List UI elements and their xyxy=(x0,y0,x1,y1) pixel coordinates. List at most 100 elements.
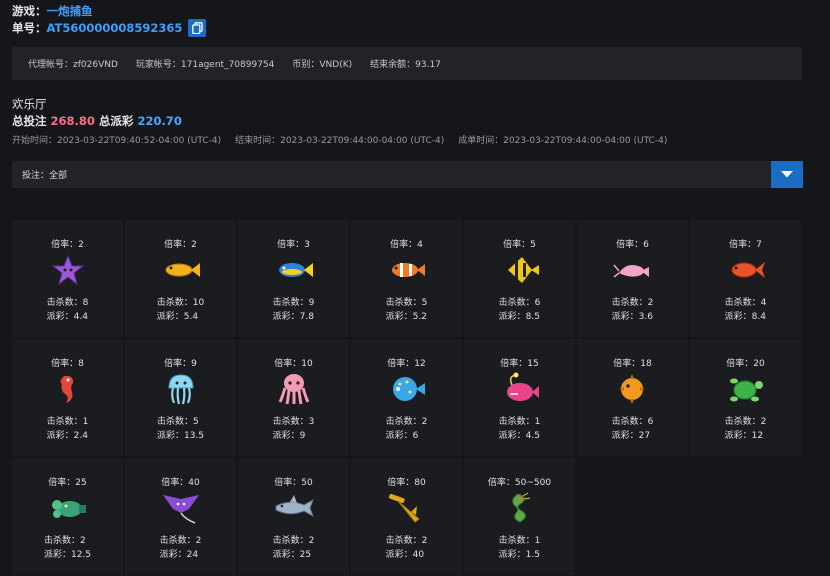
fish-card: 倍率：12 击杀数：2 派彩：6 xyxy=(351,339,462,456)
chevron-down-icon xyxy=(781,171,793,178)
turtle-icon xyxy=(724,372,768,406)
fish-card: 倍率：7 击杀数：4 派彩：8.4 xyxy=(690,220,801,337)
starfish-icon xyxy=(46,253,90,287)
currency: 币别：VND(K) xyxy=(292,60,353,70)
fish-payout: 派彩：5.4 xyxy=(156,312,199,322)
fish-kills: 击杀数：8 xyxy=(46,298,89,308)
fish-payout: 派彩：40 xyxy=(385,550,425,560)
totals: 总投注 268.80 总派彩 220.70 xyxy=(12,113,182,129)
fish-stats: 击杀数：3 派彩：9 xyxy=(273,415,315,443)
fish-kills: 击杀数：1 xyxy=(498,536,541,546)
fish-kills: 击杀数：2 xyxy=(272,536,315,546)
fish-card: 倍率：80 击杀数：2 派彩：40 xyxy=(351,458,462,575)
fish-kills: 击杀数：2 xyxy=(385,536,428,546)
fish-kills: 击杀数：3 xyxy=(272,417,315,427)
fish-card: 倍率：50 击杀数：2 派彩：25 xyxy=(238,458,349,575)
fish-payout: 派彩：12.5 xyxy=(43,550,92,560)
time-info: 开始时间：2023-03-22T09:40:52-04:00 (UTC-4) 结… xyxy=(12,133,681,146)
fish-kills: 击杀数：5 xyxy=(385,298,428,308)
fish-card: 倍率：10 击杀数：3 派彩：9 xyxy=(238,339,349,456)
order-number: AT560000008592365 xyxy=(46,21,183,35)
fish-stats: 击杀数：5 派彩：13.5 xyxy=(157,415,204,443)
total-win-value: 220.70 xyxy=(137,114,182,128)
dropdown-button[interactable] xyxy=(771,161,803,188)
account-info-bar: 代理帐号：zf026VND 玩家帐号：171agent_70899754 币别：… xyxy=(12,47,802,80)
copy-button[interactable] xyxy=(188,19,207,37)
copy-icon xyxy=(192,22,203,34)
fish-rate: 倍率：15 xyxy=(500,359,539,369)
fish-stats: 击杀数：9 派彩：7.8 xyxy=(273,296,315,324)
fish-card: 倍率：9 击杀数：5 派彩：13.5 xyxy=(125,339,236,456)
fish-stats: 击杀数：1 派彩：4.5 xyxy=(499,415,541,443)
fish-kills: 击杀数：1 xyxy=(46,417,89,427)
fish-rate: 倍率：10 xyxy=(274,359,313,369)
order-label: 单号： xyxy=(12,21,47,35)
fish-stats: 击杀数：2 派彩：12.5 xyxy=(44,534,91,562)
fish-stats: 击杀数：1 派彩：2.4 xyxy=(47,415,89,443)
player-account: 玩家帐号：171agent_70899754 xyxy=(135,60,275,70)
fish-rate: 倍率：50 xyxy=(274,478,313,488)
seahorse-icon xyxy=(46,372,90,406)
end-balance: 结束余额：93.17 xyxy=(370,60,441,70)
fish-stats: 击杀数：6 派彩：8.5 xyxy=(499,296,541,324)
start-time: 开始时间：2023-03-22T09:40:52-04:00 (UTC-4) xyxy=(12,136,222,146)
fish-stats: 击杀数：2 派彩：24 xyxy=(160,534,202,562)
fish-payout: 派彩：4.5 xyxy=(498,431,540,441)
yellow-fish-icon xyxy=(159,253,203,287)
fish-kills: 击杀数：5 xyxy=(156,417,199,427)
fish-rate: 倍率：12 xyxy=(387,359,426,369)
clownfish-icon xyxy=(385,253,429,287)
fish-payout: 派彩：27 xyxy=(611,431,651,441)
fish-card: 倍率：4 击杀数：5 派彩：5.2 xyxy=(351,220,462,337)
fish-card: 倍率：20 击杀数：2 派彩：12 xyxy=(690,339,801,456)
fish-rate: 倍率：9 xyxy=(164,359,197,369)
fish-kills: 击杀数：2 xyxy=(611,298,654,308)
fish-card: 倍率：25 击杀数：2 派彩：12.5 xyxy=(12,458,123,575)
fish-card: 倍率：40 击杀数：2 派彩：24 xyxy=(125,458,236,575)
fish-payout: 派彩：25 xyxy=(272,550,312,560)
fish-stats: 击杀数：1 派彩：1.5 xyxy=(499,534,541,562)
game-name: 一炮捕鱼 xyxy=(46,4,93,18)
fish-card: 倍率：8 击杀数：1 派彩：2.4 xyxy=(12,339,123,456)
total-win-label: 总派彩 xyxy=(98,114,134,128)
fish-kills: 击杀数：2 xyxy=(43,536,86,546)
fish-card: 倍率：3 击杀数：9 派彩：7.8 xyxy=(238,220,349,337)
total-bet-label: 总投注 xyxy=(12,114,47,128)
fish-rate: 倍率：18 xyxy=(613,359,652,369)
order-line: 单号： AT560000008592365 xyxy=(12,19,207,37)
settle-time: 成单时间：2023-03-22T09:44:00-04:00 (UTC-4) xyxy=(458,136,668,146)
fish-stats: 击杀数：2 派彩：25 xyxy=(273,534,315,562)
hammerhead-icon xyxy=(385,491,429,525)
pink-shrimp-icon xyxy=(611,253,655,287)
fish-kills: 击杀数：2 xyxy=(724,417,767,427)
fish-card: 倍率：15 击杀数：1 派彩：4.5 xyxy=(464,339,575,456)
fish-stats: 击杀数：6 派彩：27 xyxy=(612,415,654,443)
fish-kills: 击杀数：6 xyxy=(611,417,654,427)
fish-payout: 派彩：3.6 xyxy=(611,312,653,322)
fish-payout: 派彩：6 xyxy=(385,431,419,441)
fish-rate: 倍率：8 xyxy=(51,359,84,369)
agent-account: 代理帐号：zf026VND xyxy=(28,60,118,70)
fish-rate: 倍率：80 xyxy=(387,478,426,488)
fish-rate: 倍率：4 xyxy=(390,240,423,250)
fish-card: 倍率：2 击杀数：10 派彩：5.4 xyxy=(125,220,236,337)
bet-filter-select[interactable]: 投注：全部 xyxy=(12,161,803,188)
fish-card: 倍率：2 击杀数：8 派彩：4.4 xyxy=(12,220,123,337)
end-time: 结束时间：2023-03-22T09:44:00-04:00 (UTC-4) xyxy=(235,136,445,146)
fish-kills: 击杀数：1 xyxy=(498,417,541,427)
fish-payout: 派彩：1.5 xyxy=(498,550,540,560)
pufferfish-icon xyxy=(385,372,429,406)
fish-payout: 派彩：8.5 xyxy=(498,312,540,322)
fish-rate: 倍率：50~500 xyxy=(487,478,552,488)
fish-payout: 派彩：9 xyxy=(272,431,306,441)
fish-stats: 击杀数：2 派彩：3.6 xyxy=(612,296,654,324)
fish-card: 倍率：5 击杀数：6 派彩：8.5 xyxy=(464,220,575,337)
octopus-icon xyxy=(272,372,316,406)
fish-kills: 击杀数：6 xyxy=(498,298,541,308)
fish-payout: 派彩：8.4 xyxy=(724,312,766,322)
fish-rate: 倍率：2 xyxy=(51,240,84,250)
spiky-pufferfish-icon xyxy=(611,372,655,406)
fish-rate: 倍率：25 xyxy=(48,478,87,488)
angelfish-icon xyxy=(498,253,542,287)
fish-stats: 击杀数：2 派彩：6 xyxy=(386,415,428,443)
